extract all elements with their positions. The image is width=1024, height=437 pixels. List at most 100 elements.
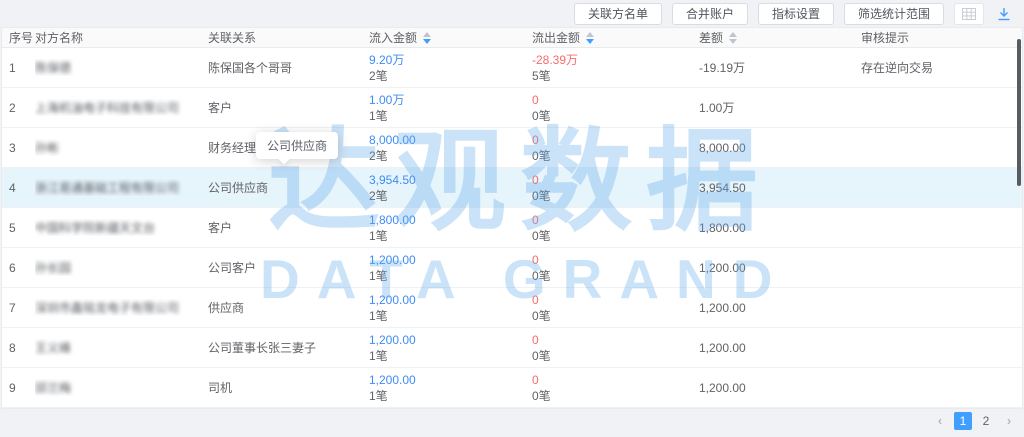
row-index: 1: [2, 61, 35, 75]
row-index: 4: [2, 181, 35, 195]
inflow-count: 1笔: [369, 308, 532, 324]
counterparty-name-cell: 浙江易通基础工程有限公司: [35, 179, 208, 196]
table-row[interactable]: 5 中国科学院新疆天文台 客户 1,800.00 1笔 0 0笔 1,800.0…: [2, 208, 1022, 248]
counterparty-name-cell: 王义峰: [35, 339, 208, 356]
difference-cell: 1,200.00: [699, 301, 861, 315]
table-row[interactable]: 7 深圳市鑫铭龙电子有限公司 供应商 1,200.00 1笔 0 0笔 1,20…: [2, 288, 1022, 328]
inflow-cell: 1.00万 1笔: [369, 88, 532, 127]
col-outflow-label: 流出金额: [532, 29, 580, 46]
counterparty-name: 深圳市鑫铭龙电子有限公司: [35, 301, 179, 315]
outflow-cell: 0 0笔: [532, 368, 699, 407]
counterparty-name-cell: 邱兰梅: [35, 379, 208, 396]
relation-cell: 公司客户: [208, 259, 369, 276]
outflow-amount: 0: [532, 372, 699, 388]
outflow-amount: 0: [532, 92, 699, 108]
merge-account-button[interactable]: 合并账户: [672, 3, 748, 25]
outflow-cell: 0 0笔: [532, 328, 699, 367]
outflow-count: 0笔: [532, 228, 699, 244]
col-name-label: 对方名称: [35, 29, 83, 46]
table-row[interactable]: 1 陈保德 陈保国各个哥哥 9.20万 2笔 -28.39万 5笔 -19.19…: [2, 48, 1022, 88]
related-party-table: 序号 对方名称 关联关系 流入金额 流出金额 差额 审核提示 1 陈保德 陈保国…: [1, 27, 1023, 409]
difference-sort-icon[interactable]: [729, 32, 737, 44]
relation-cell: 客户: [208, 99, 369, 116]
col-counterparty-name: 对方名称: [35, 29, 208, 46]
col-index-label: 序号: [9, 29, 33, 46]
difference-cell: 1,200.00: [699, 381, 861, 395]
inflow-count: 1笔: [369, 228, 532, 244]
vertical-scrollbar[interactable]: [1017, 39, 1021, 186]
table-body: 1 陈保德 陈保国各个哥哥 9.20万 2笔 -28.39万 5笔 -19.19…: [2, 48, 1022, 408]
col-inflow-amount[interactable]: 流入金额: [369, 29, 532, 46]
counterparty-name-cell: 中国科学院新疆天文台: [35, 219, 208, 236]
relation-cell: 陈保国各个哥哥: [208, 59, 369, 76]
inflow-amount: 1,200.00: [369, 292, 532, 308]
inflow-count: 1笔: [369, 108, 532, 124]
counterparty-name-cell: 深圳市鑫铭龙电子有限公司: [35, 299, 208, 316]
inflow-amount: 8,000.00: [369, 132, 532, 148]
table-row[interactable]: 3 孙彬 财务经理 8,000.00 2笔 0 0笔 8,000.00: [2, 128, 1022, 168]
outflow-cell: 0 0笔: [532, 128, 699, 167]
row-index: 5: [2, 221, 35, 235]
inflow-count: 1笔: [369, 348, 532, 364]
outflow-count: 0笔: [532, 308, 699, 324]
outflow-amount: 0: [532, 332, 699, 348]
audit-tip-cell: 存在逆向交易: [861, 59, 1022, 76]
table-header: 序号 对方名称 关联关系 流入金额 流出金额 差额 审核提示: [2, 28, 1022, 48]
col-audit-tip: 审核提示: [861, 29, 1022, 46]
col-difference[interactable]: 差额: [699, 29, 861, 46]
difference-cell: -19.19万: [699, 59, 861, 76]
inflow-count: 2笔: [369, 148, 532, 164]
tooltip: 公司供应商: [256, 132, 338, 159]
filter-statistics-range-button[interactable]: 筛选统计范围: [844, 3, 944, 25]
inflow-cell: 1,800.00 1笔: [369, 208, 532, 247]
outflow-amount: 0: [532, 172, 699, 188]
outflow-amount: -28.39万: [532, 52, 699, 68]
col-inflow-label: 流入金额: [369, 29, 417, 46]
related-party-list-button[interactable]: 关联方名单: [574, 3, 662, 25]
page-1-button[interactable]: 1: [954, 412, 972, 430]
outflow-count: 0笔: [532, 188, 699, 204]
table-row[interactable]: 4 浙江易通基础工程有限公司 公司供应商 3,954.50 2笔 0 0笔 3,…: [2, 168, 1022, 208]
table-row[interactable]: 2 上海机油电子科技有限公司 客户 1.00万 1笔 0 0笔 1.00万: [2, 88, 1022, 128]
difference-cell: 3,954.50: [699, 181, 861, 195]
outflow-sort-icon[interactable]: [586, 32, 594, 44]
table-grid-icon: [962, 8, 976, 20]
counterparty-name: 孙彬: [35, 141, 59, 155]
inflow-cell: 1,200.00 1笔: [369, 288, 532, 327]
next-page-button[interactable]: ›: [1000, 412, 1018, 430]
inflow-amount: 1,200.00: [369, 372, 532, 388]
page-2-button[interactable]: 2: [977, 412, 995, 430]
prev-page-button[interactable]: ‹: [931, 412, 949, 430]
col-relation: 关联关系: [208, 29, 369, 46]
row-index: 3: [2, 141, 35, 155]
table-row[interactable]: 6 孙长园 公司客户 1,200.00 1笔 0 0笔 1,200.00: [2, 248, 1022, 288]
col-outflow-amount[interactable]: 流出金额: [532, 29, 699, 46]
table-grid-button[interactable]: [954, 3, 984, 25]
col-relation-label: 关联关系: [208, 29, 256, 46]
counterparty-name-cell: 上海机油电子科技有限公司: [35, 99, 208, 116]
inflow-amount: 3,954.50: [369, 172, 532, 188]
outflow-amount: 0: [532, 292, 699, 308]
counterparty-name: 邱兰梅: [35, 381, 71, 395]
indicator-settings-button[interactable]: 指标设置: [758, 3, 834, 25]
relation-cell: 供应商: [208, 299, 369, 316]
row-index: 6: [2, 261, 35, 275]
difference-cell: 1,200.00: [699, 261, 861, 275]
counterparty-name: 孙长园: [35, 261, 71, 275]
inflow-sort-icon[interactable]: [423, 32, 431, 44]
download-button[interactable]: [994, 3, 1014, 25]
toolbar: 关联方名单 合并账户 指标设置 筛选统计范围: [0, 0, 1024, 27]
row-index: 9: [2, 381, 35, 395]
inflow-amount: 1,200.00: [369, 332, 532, 348]
inflow-count: 2笔: [369, 188, 532, 204]
table-row[interactable]: 8 王义峰 公司董事长张三妻子 1,200.00 1笔 0 0笔 1,200.0…: [2, 328, 1022, 368]
inflow-count: 2笔: [369, 68, 532, 84]
outflow-count: 0笔: [532, 148, 699, 164]
outflow-cell: 0 0笔: [532, 248, 699, 287]
inflow-count: 1笔: [369, 268, 532, 284]
download-icon: [997, 7, 1011, 21]
table-row[interactable]: 9 邱兰梅 司机 1,200.00 1笔 0 0笔 1,200.00: [2, 368, 1022, 408]
inflow-amount: 1,800.00: [369, 212, 532, 228]
outflow-amount: 0: [532, 132, 699, 148]
pagination: ‹ 1 2 ›: [931, 412, 1018, 430]
